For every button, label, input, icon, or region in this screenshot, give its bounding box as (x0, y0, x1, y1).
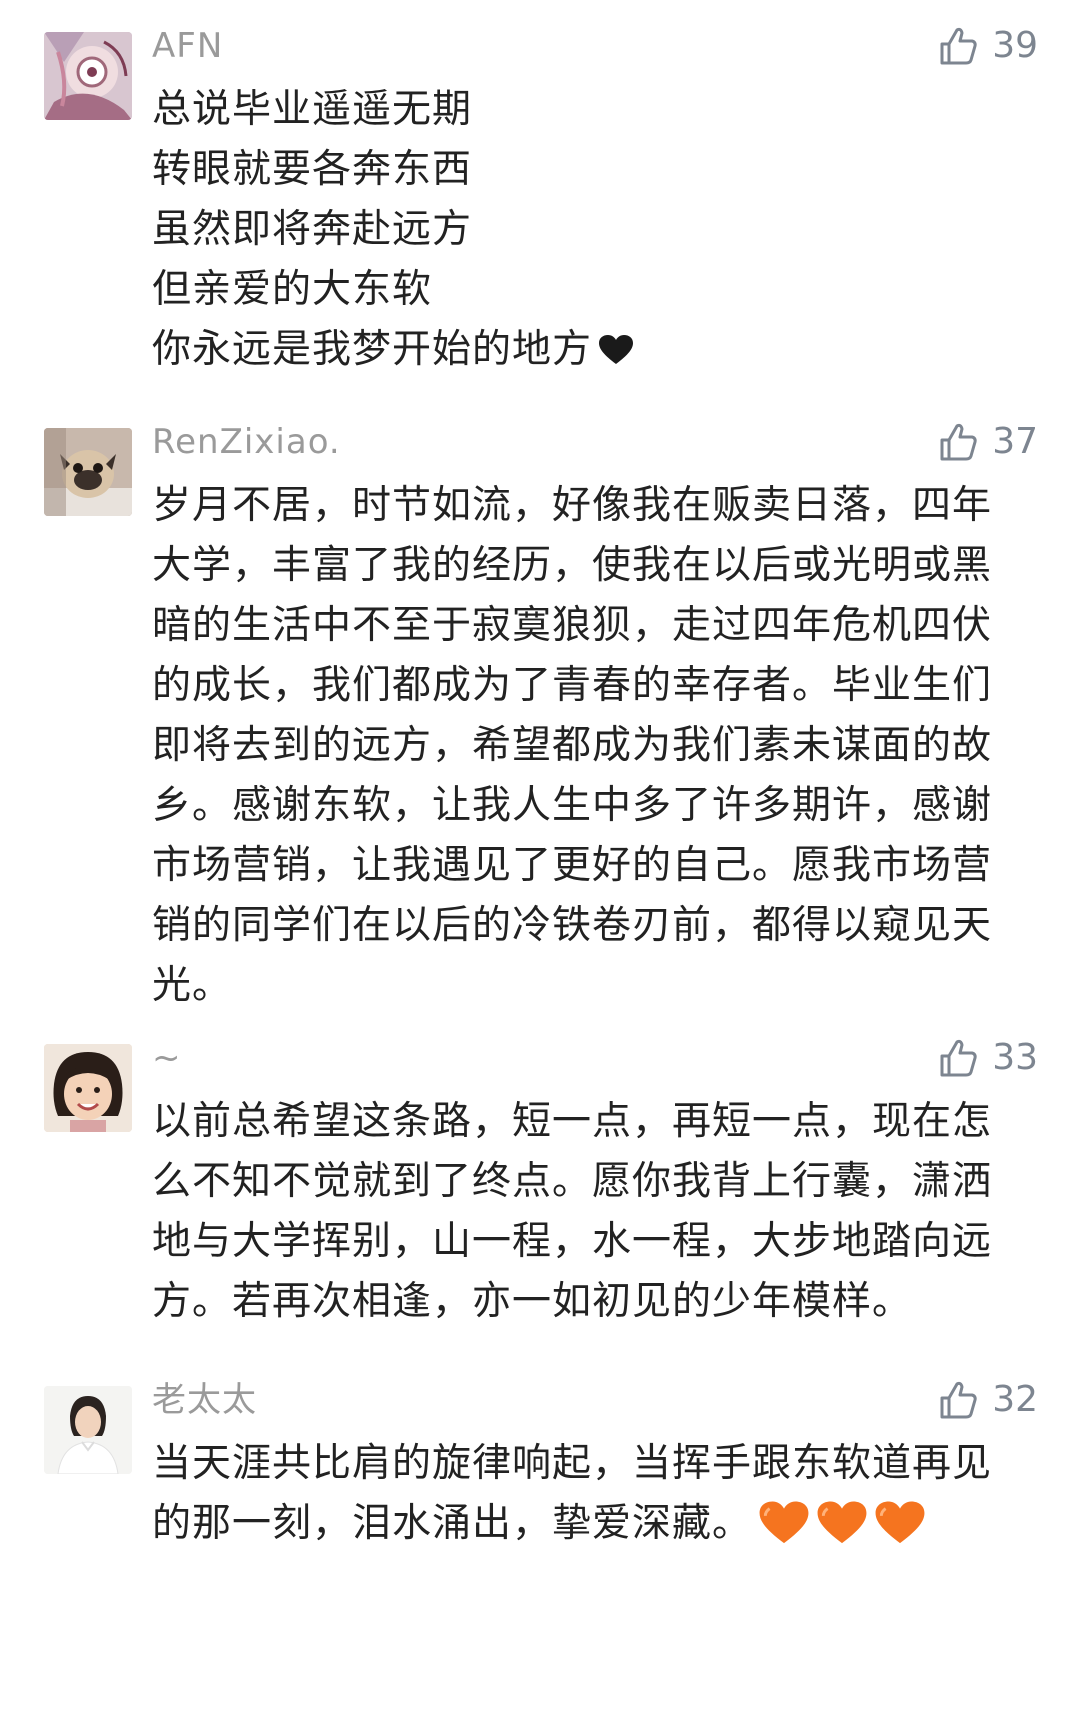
black-heart-icon (599, 335, 634, 364)
thumbs-up-icon (940, 27, 977, 65)
comment-item: ~ 33 以前总希望这条路，短一点，再短一点，现在怎么不知不觉就到了终点。愿你我… (0, 1036, 1080, 1336)
thumbs-up-icon (940, 1381, 977, 1419)
username[interactable]: AFN (152, 24, 223, 68)
comment-line: 总说毕业遥遥无期 (152, 87, 473, 132)
comment-item: AFN 39 总说毕业遥遥无期 转眼就要各奔东西 虽然即将奔赴远方 但亲爱的大东… (0, 24, 1080, 372)
comment-line: 你永远是我梦开始的地方 (152, 327, 593, 372)
comment-item: 老太太 32 当天涯共比肩的旋律响起，当挥手跟东软道再见的那一刻，泪水涌出，挚爱… (0, 1378, 1080, 1638)
username[interactable]: 老太太 (152, 1378, 257, 1422)
orange-heart-icon (875, 1501, 925, 1544)
comment-paragraph: 当天涯共比肩的旋律响起，当挥手跟东软道再见的那一刻，泪水涌出，挚爱深藏。 (152, 1434, 1000, 1554)
like-count: 39 (992, 25, 1038, 66)
username[interactable]: RenZixiao. (152, 420, 341, 464)
orange-heart-icon (817, 1501, 867, 1544)
comment-line-last: 你永远是我梦开始的地方 (152, 320, 1000, 380)
comment-paragraph: 以前总希望这条路，短一点，再短一点，现在怎么不知不觉就到了终点。愿你我背上行囊，… (152, 1099, 993, 1324)
like-button[interactable]: 39 (936, 20, 1038, 72)
avatar[interactable] (44, 428, 132, 516)
comment-paragraph: 岁月不居，时节如流，好像我在贩卖日落，四年大学，丰富了我的经历，使我在以后或光明… (152, 483, 993, 1008)
comment-list: AFN 39 总说毕业遥遥无期 转眼就要各奔东西 虽然即将奔赴远方 但亲爱的大东… (0, 0, 1080, 1714)
avatar-smiling-child-icon (44, 1044, 132, 1132)
comment-line: 但亲爱的大东软 (152, 267, 433, 312)
thumbs-up-icon (940, 423, 977, 461)
comment-text: 总说毕业遥遥无期 转眼就要各奔东西 虽然即将奔赴远方 但亲爱的大东软 你永远是我… (152, 80, 1000, 380)
username[interactable]: ~ (152, 1036, 182, 1080)
like-count: 33 (992, 1037, 1038, 1078)
like-button[interactable]: 37 (936, 416, 1038, 468)
orange-heart-icon (759, 1501, 809, 1544)
comment-line: 虽然即将奔赴远方 (152, 207, 473, 252)
comment-text: 当天涯共比肩的旋律响起，当挥手跟东软道再见的那一刻，泪水涌出，挚爱深藏。 (152, 1434, 1000, 1554)
avatar[interactable] (44, 1386, 132, 1474)
like-button[interactable]: 33 (936, 1032, 1038, 1084)
like-count: 37 (992, 421, 1038, 462)
avatar[interactable] (44, 1044, 132, 1132)
thumbs-up-icon (940, 1039, 977, 1077)
comment-line: 转眼就要各奔东西 (152, 147, 473, 192)
avatar-pink-illustration-icon (44, 32, 132, 120)
comment-text: 岁月不居，时节如流，好像我在贩卖日落，四年大学，丰富了我的经历，使我在以后或光明… (152, 476, 1000, 1016)
like-button[interactable]: 32 (936, 1374, 1038, 1426)
like-count: 32 (992, 1379, 1038, 1420)
avatar-pug-dog-icon (44, 428, 132, 516)
avatar-woman-portrait-icon (44, 1386, 132, 1474)
comment-text: 以前总希望这条路，短一点，再短一点，现在怎么不知不觉就到了终点。愿你我背上行囊，… (152, 1092, 1000, 1332)
avatar[interactable] (44, 32, 132, 120)
comment-item: RenZixiao. 37 岁月不居，时节如流，好像我在贩卖日落，四年大学，丰富… (0, 420, 1080, 1008)
